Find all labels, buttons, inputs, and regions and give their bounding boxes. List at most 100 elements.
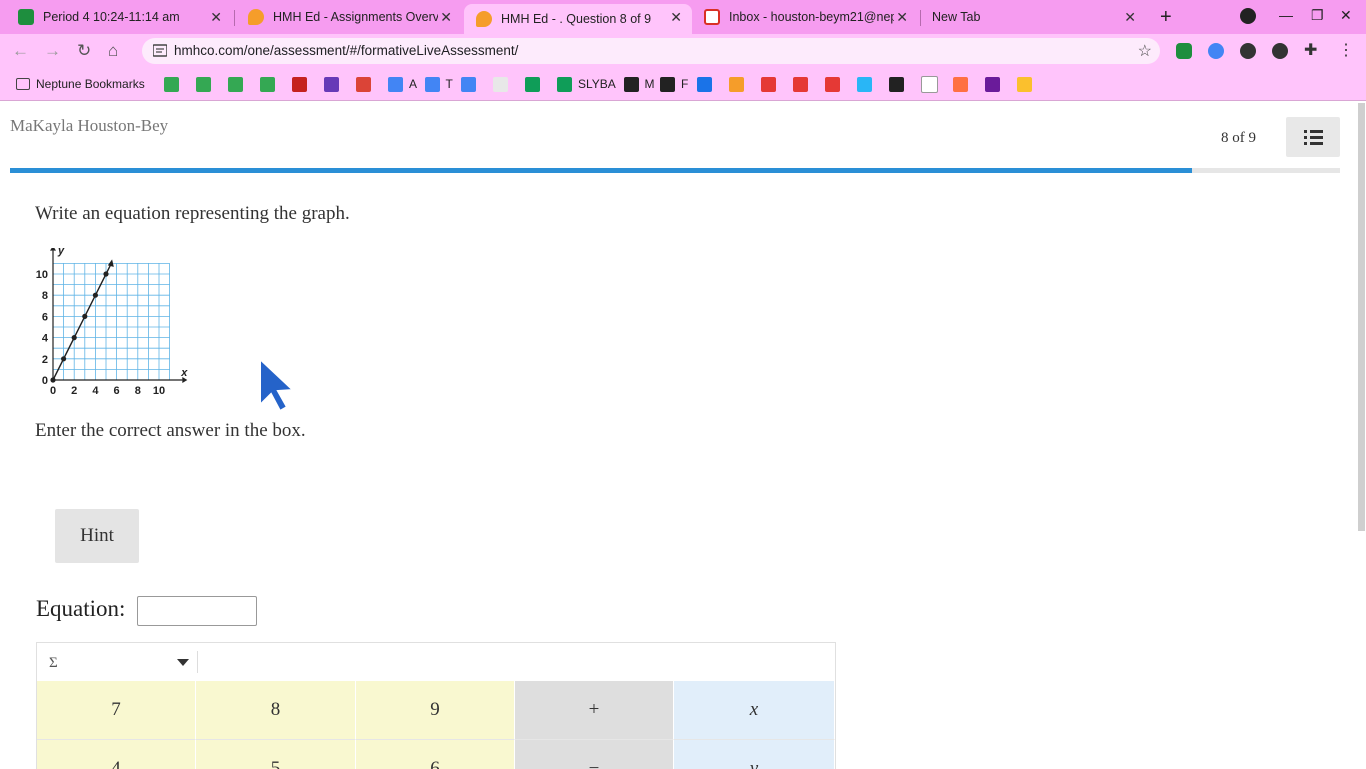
google-classroom-icon: [18, 9, 34, 25]
bookmark-folder[interactable]: Neptune Bookmarks: [16, 76, 145, 92]
extension-shield-icon[interactable]: [1240, 43, 1256, 59]
bookmark-item[interactable]: [920, 75, 944, 93]
bookmark-favicon-icon: [1016, 76, 1032, 92]
forward-arrow-icon[interactable]: →: [44, 41, 61, 61]
bookmark-item[interactable]: [356, 76, 377, 92]
bookmark-label: A: [409, 77, 418, 91]
bookmark-item[interactable]: [292, 76, 313, 92]
equation-label: Equation:: [36, 596, 126, 621]
menu-kebab-icon[interactable]: ⋮: [1338, 43, 1354, 59]
bookmark-favicon-icon: [196, 76, 211, 92]
classroom-extension-icon[interactable]: [1176, 43, 1192, 59]
bookmark-favicon-icon: [388, 76, 403, 92]
bookmark-item[interactable]: [260, 76, 281, 92]
bookmark-item[interactable]: SLYBA: [557, 76, 616, 92]
bookmark-item[interactable]: [461, 76, 482, 92]
minimize-icon[interactable]: —: [1279, 7, 1293, 23]
bookmark-item[interactable]: [728, 76, 750, 92]
address-bar[interactable]: hmhco.com/one/assessment/#/formativeLive…: [142, 38, 1160, 64]
data-point: [50, 377, 56, 383]
close-window-icon[interactable]: ✕: [1340, 7, 1352, 24]
bookmark-label: T: [445, 77, 453, 91]
key-9[interactable]: 9: [356, 681, 515, 740]
question-prompt: Write an equation representing the graph…: [35, 203, 350, 224]
bookmark-folder-label: Neptune Bookmarks: [36, 77, 145, 91]
y-tick-label: 8: [42, 290, 48, 302]
symbol-selector-label[interactable]: Σ: [49, 655, 58, 672]
key-plus[interactable]: +: [515, 681, 674, 740]
equation-input[interactable]: [137, 596, 257, 626]
tab-hmh-assignments[interactable]: HMH Ed - Assignments Overvie ✕: [236, 4, 462, 30]
restore-icon[interactable]: ❐: [1311, 7, 1324, 24]
extensions-puzzle-icon[interactable]: ✚: [1304, 43, 1320, 59]
bookmark-item[interactable]: [1016, 76, 1038, 92]
tab-new-tab[interactable]: New Tab ✕: [920, 4, 1146, 30]
bookmark-item[interactable]: [888, 76, 910, 92]
key-5[interactable]: 5: [196, 740, 356, 769]
bookmark-item[interactable]: A: [388, 76, 417, 92]
y-axis-arrow: [50, 248, 56, 251]
bookmark-item[interactable]: F: [660, 76, 688, 92]
data-point: [71, 335, 77, 341]
hint-button[interactable]: Hint: [55, 509, 139, 563]
data-point: [61, 356, 67, 362]
bookmark-favicon-icon: [228, 76, 243, 92]
tab-inbox[interactable]: Inbox - houston-beym21@nept ✕: [692, 4, 918, 30]
close-icon[interactable]: ✕: [670, 9, 682, 26]
bookmark-item[interactable]: M: [623, 76, 655, 92]
extension-shield-icon[interactable]: [1272, 43, 1288, 59]
y-tick-label: 2: [42, 354, 48, 366]
site-info-icon[interactable]: [153, 44, 167, 57]
question-list-button[interactable]: [1286, 117, 1340, 157]
new-tab-plus-icon[interactable]: +: [1160, 6, 1172, 29]
bookmark-favicon-icon: [888, 76, 904, 92]
y-tick-label: 10: [36, 269, 48, 281]
url-text: hmhco.com/one/assessment/#/formativeLive…: [174, 43, 519, 58]
chevron-down-icon[interactable]: [177, 659, 189, 666]
bookmark-item[interactable]: [824, 76, 846, 92]
bookmark-item[interactable]: [760, 76, 782, 92]
bookmark-star-icon[interactable]: ☆: [1138, 41, 1152, 61]
progress-bar: [10, 168, 1340, 173]
tab-title: HMH Ed - . Question 8 of 9: [501, 12, 652, 26]
key-x[interactable]: x: [674, 681, 835, 740]
bookmark-item[interactable]: [525, 76, 546, 92]
reload-icon[interactable]: ↻: [77, 41, 91, 61]
bookmark-item[interactable]: [952, 76, 974, 92]
bookmark-item[interactable]: [696, 76, 718, 92]
key-minus[interactable]: −: [515, 740, 674, 769]
bookmark-label: F: [681, 77, 689, 91]
bookmark-item[interactable]: [196, 76, 217, 92]
close-icon[interactable]: ✕: [896, 9, 908, 26]
bookmark-item[interactable]: [164, 76, 185, 92]
close-icon[interactable]: ✕: [210, 9, 222, 26]
x-axis-label: x: [180, 367, 188, 379]
home-icon[interactable]: ⌂: [108, 41, 118, 61]
key-7[interactable]: 7: [37, 681, 196, 740]
bookmark-item[interactable]: [856, 76, 878, 92]
page-scrollbar[interactable]: [1356, 101, 1366, 768]
bookmark-favicon-icon: [557, 76, 572, 92]
bookmark-item[interactable]: T: [424, 76, 453, 92]
tab-search-icon[interactable]: [1240, 8, 1256, 24]
bookmark-item[interactable]: [493, 76, 514, 92]
close-icon[interactable]: ✕: [440, 9, 452, 26]
scrollbar-thumb[interactable]: [1358, 103, 1365, 531]
tab-hmh-question[interactable]: HMH Ed - . Question 8 of 9 ✕: [464, 4, 692, 34]
bookmark-favicon-icon: [824, 76, 840, 92]
close-icon[interactable]: ✕: [1124, 9, 1136, 26]
bookmark-favicon-icon: [623, 76, 639, 92]
bookmark-item[interactable]: [324, 76, 345, 92]
key-8[interactable]: 8: [196, 681, 356, 740]
extension-shield-icon[interactable]: [1208, 43, 1224, 59]
key-4[interactable]: 4: [37, 740, 196, 769]
bookmark-item[interactable]: [984, 76, 1006, 92]
key-y[interactable]: y: [674, 740, 835, 769]
tab-period-4[interactable]: Period 4 10:24-11:14 am ✕: [6, 4, 232, 30]
back-arrow-icon[interactable]: ←: [12, 41, 29, 61]
bookmark-item[interactable]: [228, 76, 249, 92]
bookmark-favicon-icon: [525, 76, 540, 92]
hmh-icon: [248, 9, 264, 25]
key-6[interactable]: 6: [356, 740, 515, 769]
bookmark-item[interactable]: [792, 76, 814, 92]
